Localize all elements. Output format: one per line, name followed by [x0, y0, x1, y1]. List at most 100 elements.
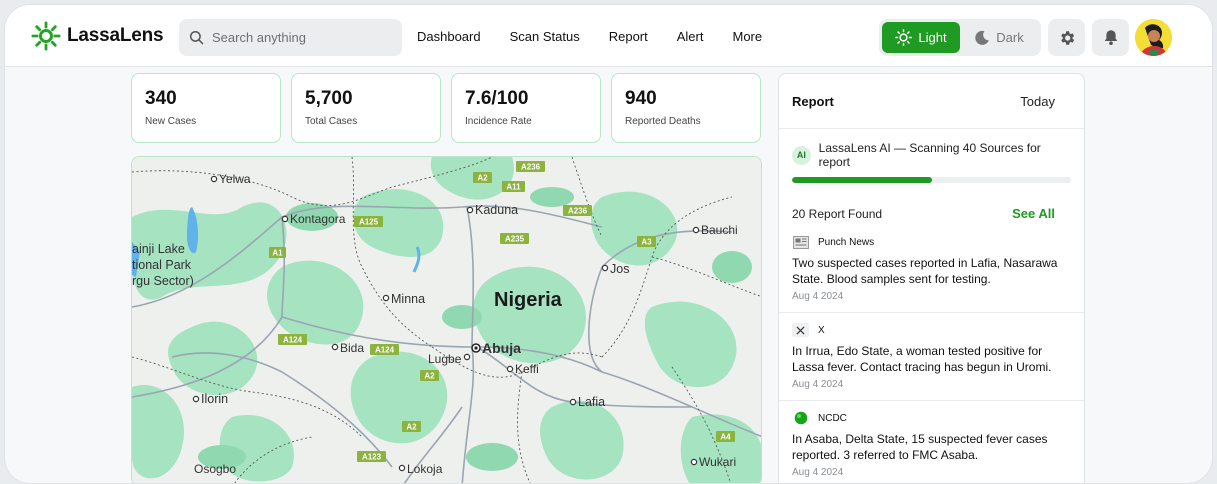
bell-icon	[1104, 30, 1117, 45]
report-header: Report Today	[779, 74, 1084, 129]
user-avatar[interactable]	[1135, 19, 1172, 56]
place-label[interactable]: Kontagora	[290, 212, 346, 226]
place-label[interactable]: Minna	[391, 292, 425, 306]
road-shield: A11	[502, 181, 525, 192]
report-found-row: 20 Report Found See All	[779, 206, 1084, 221]
x-logo-icon	[792, 323, 809, 337]
road-label: A2	[406, 423, 417, 432]
place-label[interactable]: Keffi	[515, 362, 539, 376]
road-shield: A124	[370, 344, 399, 355]
see-all-link[interactable]: See All	[1012, 206, 1055, 221]
stat-card-total-cases[interactable]: 5,700 Total Cases	[291, 73, 441, 143]
road-shield: A123	[357, 451, 386, 462]
place-label[interactable]: Wukari	[699, 455, 736, 469]
nav-alert[interactable]: Alert	[677, 29, 704, 44]
stat-value: 940	[625, 88, 657, 109]
road-label: A235	[505, 235, 525, 244]
report-item[interactable]: Punch News Two suspected cases reported …	[779, 235, 1084, 313]
dark-theme-button[interactable]: Dark	[960, 22, 1038, 53]
stats-row: 340 New Cases 5,700 Total Cases 7.6/100 …	[131, 73, 761, 143]
road-shield: A1	[269, 247, 286, 258]
report-text: In Irrua, Edo State, a woman tested posi…	[792, 344, 1052, 374]
gear-icon	[1060, 30, 1074, 45]
place-label[interactable]: Bauchi	[701, 223, 738, 237]
sun-icon	[895, 29, 913, 46]
stat-label: Incidence Rate	[465, 116, 532, 127]
road-shield: A236	[516, 161, 545, 172]
stat-value: 340	[145, 88, 177, 109]
top-bar: LassaLens Dashboard Scan Status Report A…	[5, 5, 1212, 67]
road-shield: A235	[500, 233, 529, 244]
road-label: A236	[521, 163, 541, 172]
ai-status-text: LassaLens AI — Scanning 40 Sources for r…	[818, 141, 1041, 169]
stat-value: 7.6/100	[465, 88, 529, 109]
report-source: NCDC	[792, 411, 1071, 425]
outbreak-map[interactable]: A236 A2 A11 A125 A236 A235 A3 A1 A124 A1…	[131, 156, 762, 484]
place-label[interactable]: Lafia	[578, 395, 605, 409]
stat-card-incidence-rate[interactable]: 7.6/100 Incidence Rate	[451, 73, 601, 143]
settings-button[interactable]	[1048, 19, 1085, 56]
search-icon	[189, 30, 204, 45]
report-text: In Asaba, Delta State, 15 suspected feve…	[792, 432, 1048, 462]
place-label[interactable]: Bida	[340, 341, 364, 355]
road-label: A236	[568, 207, 588, 216]
light-label: Light	[918, 30, 947, 45]
road-shield: A2	[473, 172, 492, 183]
road-shield: A3	[637, 236, 656, 247]
report-source-name: Punch News	[818, 236, 875, 248]
ai-badge: AI	[792, 145, 811, 165]
newspaper-icon	[792, 235, 809, 249]
app-name: LassaLens	[67, 25, 164, 46]
nav-dashboard[interactable]: Dashboard	[417, 29, 481, 44]
stat-card-reported-deaths[interactable]: 940 Reported Deaths	[611, 73, 761, 143]
country-label: Nigeria	[494, 289, 563, 311]
report-item[interactable]: NCDC In Asaba, Delta State, 15 suspected…	[779, 401, 1084, 483]
park-label: ainji Lake tional Park rgu Sector)	[132, 242, 194, 288]
place-label[interactable]: Lokoja	[407, 462, 443, 476]
place-label[interactable]: Lugbe	[428, 352, 462, 366]
place-label[interactable]: Osogbo	[194, 462, 236, 476]
report-source: Punch News	[792, 235, 1071, 249]
park-label-line: tional Park	[132, 258, 192, 272]
map-canvas[interactable]: A236 A2 A11 A125 A236 A235 A3 A1 A124 A1…	[132, 157, 762, 484]
nav-report[interactable]: Report	[609, 29, 648, 44]
park-label-line: rgu Sector)	[132, 274, 194, 288]
dark-label: Dark	[996, 30, 1024, 45]
scan-progress-fill	[792, 177, 932, 183]
main-nav: Dashboard Scan Status Report Alert More	[417, 5, 762, 67]
park-label-line: ainji Lake	[132, 242, 185, 256]
stat-label: Total Cases	[305, 116, 358, 127]
report-source-name: NCDC	[818, 412, 847, 424]
report-item[interactable]: X In Irrua, Edo State, a woman tested po…	[779, 313, 1084, 401]
app-window: LassaLens Dashboard Scan Status Report A…	[4, 4, 1213, 484]
road-shield: A2	[402, 421, 421, 432]
report-title: Report	[792, 93, 834, 109]
date-range-select[interactable]: Today	[1020, 94, 1055, 109]
road-label: A2	[477, 174, 488, 183]
light-theme-button[interactable]: Light	[882, 22, 960, 53]
place-label[interactable]: Jos	[610, 262, 629, 276]
stat-label: New Cases	[145, 116, 197, 127]
lassalens-logo-icon	[31, 21, 61, 51]
place-label[interactable]: Ilorin	[201, 392, 228, 406]
stat-card-new-cases[interactable]: 340 New Cases	[131, 73, 281, 143]
scan-progress-bar	[792, 177, 1071, 183]
road-shield: A236	[563, 205, 592, 216]
place-label[interactable]: Kaduna	[475, 203, 518, 217]
place-label[interactable]: Abuja	[482, 340, 521, 356]
report-text: Two suspected cases reported in Lafia, N…	[792, 256, 1058, 286]
notifications-button[interactable]	[1092, 19, 1129, 56]
nav-more[interactable]: More	[732, 29, 762, 44]
road-label: A2	[424, 372, 435, 381]
report-date: Aug 4 2024	[792, 467, 844, 478]
report-date: Aug 4 2024	[792, 291, 844, 302]
nav-scan-status[interactable]: Scan Status	[510, 29, 580, 44]
place-label[interactable]: Yelwa	[219, 172, 251, 186]
road-label: A124	[375, 346, 395, 355]
road-label: A124	[283, 336, 303, 345]
search-input[interactable]	[212, 30, 382, 45]
logo[interactable]: LassaLens	[31, 21, 164, 51]
stat-value: 5,700	[305, 88, 353, 109]
search-box[interactable]	[179, 19, 402, 56]
theme-toggle: Light Dark	[879, 19, 1041, 56]
